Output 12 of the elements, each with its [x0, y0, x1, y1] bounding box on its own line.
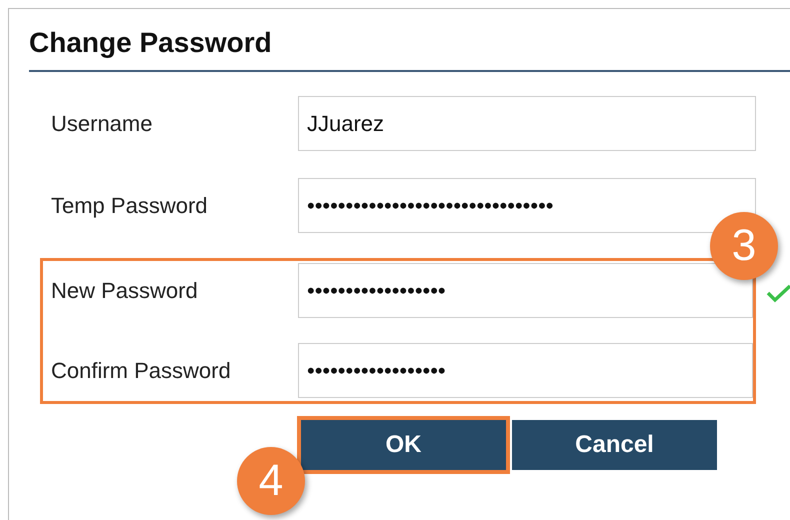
cancel-button[interactable]: Cancel: [512, 420, 717, 470]
text-field[interactable]: ••••••••••••••••••: [298, 343, 753, 398]
callout-badge: 3: [710, 212, 778, 280]
field-label: Temp Password: [50, 192, 209, 218]
field-label: New Password: [50, 278, 199, 304]
ok-button[interactable]: OK: [301, 420, 506, 470]
text-field[interactable]: JJuarez: [298, 96, 756, 151]
field-label: Confirm Password: [50, 358, 232, 384]
dialog-title: Change Password: [29, 26, 272, 60]
field-label: Username: [50, 110, 154, 136]
callout-badge: 4: [237, 447, 305, 515]
text-field[interactable]: ••••••••••••••••••: [298, 263, 753, 318]
